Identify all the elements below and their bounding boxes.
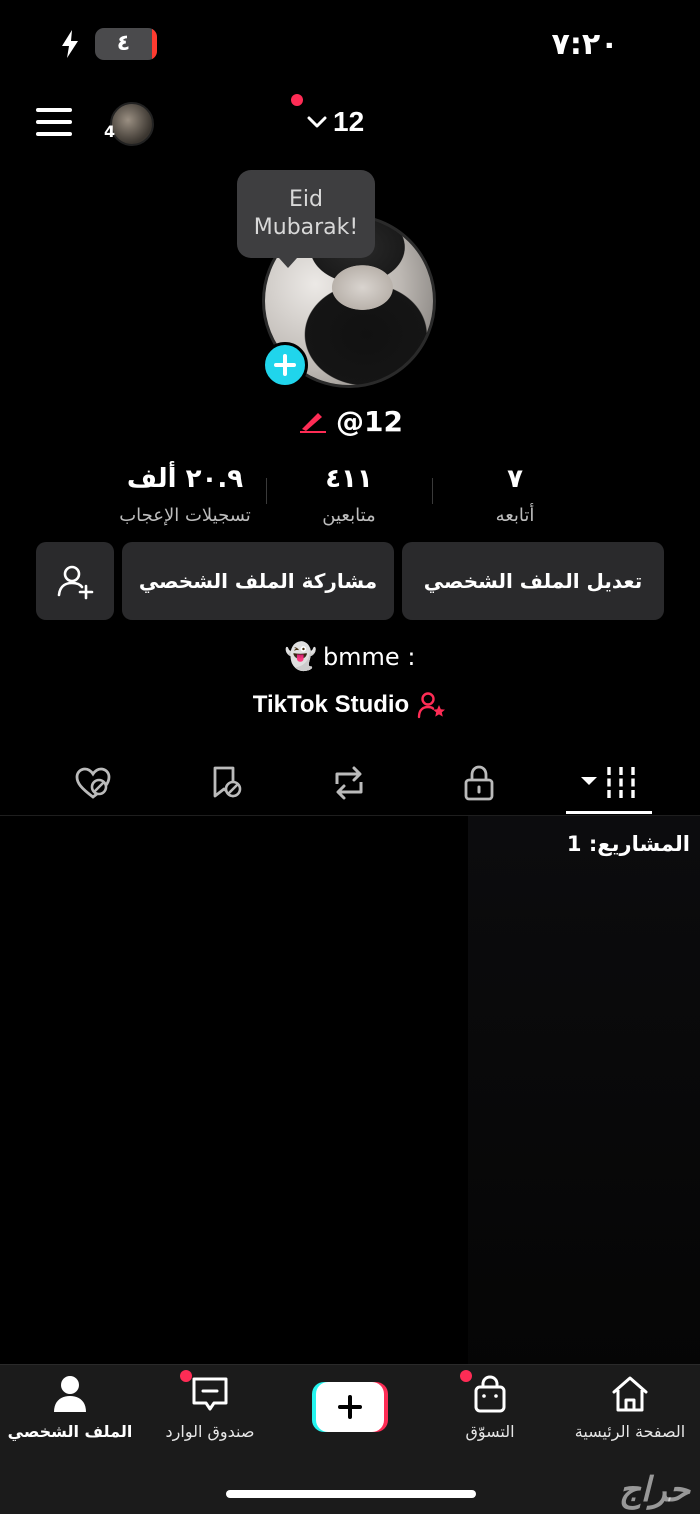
stat-following[interactable]: ٧ أتابعه xyxy=(430,462,600,528)
repost-icon xyxy=(335,766,363,800)
bio: 👻 bmme : xyxy=(0,640,700,674)
account-dropdown[interactable]: 12 xyxy=(305,104,364,140)
status-time: ٧:٢٠ xyxy=(551,27,619,62)
nav-inbox[interactable]: صندوق الوارد xyxy=(140,1374,280,1442)
tiktok-studio-link[interactable]: TikTok Studio xyxy=(0,686,700,724)
projects-panel[interactable] xyxy=(468,816,700,1376)
add-avatar-button[interactable] xyxy=(262,342,308,388)
nav-profile[interactable]: الملف الشخصي xyxy=(0,1374,140,1442)
inbox-message-icon xyxy=(192,1377,228,1411)
nav-home-label: الصفحة الرئيسية xyxy=(574,1422,686,1441)
following-count: ٧ xyxy=(507,464,523,494)
account-badge-count: 4 xyxy=(104,122,116,141)
stat-followers[interactable]: ٤١١ متابعين xyxy=(264,462,434,528)
followers-count: ٤١١ xyxy=(325,464,373,494)
username-row: @12 xyxy=(298,402,403,440)
notification-dot xyxy=(291,94,303,106)
plus-icon xyxy=(274,354,296,376)
followers-label: متابعين xyxy=(322,505,376,526)
battery-level: ٤ xyxy=(116,31,131,56)
tab-active-underline xyxy=(566,811,652,814)
tab-videos[interactable] xyxy=(564,758,654,808)
bio-text: bmme : xyxy=(322,643,416,671)
account-switcher-avatar[interactable] xyxy=(110,102,154,146)
stat-likes[interactable]: ٢٠.٩ ألف تسجيلات الإعجاب xyxy=(100,462,270,528)
battery-low-segment xyxy=(152,28,157,60)
chevron-down-icon xyxy=(307,116,327,128)
bubble-line-1: Eid xyxy=(289,187,323,212)
edit-profile-button[interactable]: تعديل الملف الشخصي xyxy=(402,542,664,620)
nav-inbox-label: صندوق الوارد xyxy=(165,1422,255,1441)
lock-icon xyxy=(464,765,494,801)
create-button[interactable] xyxy=(312,1382,388,1432)
bookmark-hidden-icon xyxy=(213,766,242,798)
nav-profile-label: الملف الشخصي xyxy=(7,1422,133,1441)
home-indicator[interactable] xyxy=(226,1490,476,1498)
account-title: 12 xyxy=(333,106,365,137)
add-friend-button[interactable] xyxy=(36,542,114,620)
add-person-icon xyxy=(57,565,94,600)
tab-reposts[interactable] xyxy=(304,758,394,808)
tab-favorites[interactable] xyxy=(180,758,270,808)
share-profile-button[interactable]: مشاركة الملف الشخصي xyxy=(122,542,394,620)
username: @12 xyxy=(336,404,403,438)
nav-shop[interactable]: التسوّق xyxy=(420,1374,560,1442)
battery-indicator: ٤ xyxy=(95,28,157,60)
inbox-notification-dot xyxy=(180,1370,192,1382)
shop-notification-dot xyxy=(460,1370,472,1382)
grid-dropdown-icon xyxy=(581,767,635,799)
tab-liked[interactable] xyxy=(48,758,138,808)
bubble-line-2: Mubarak! xyxy=(253,215,359,240)
haraj-watermark: حراج xyxy=(618,1470,690,1510)
likes-label: تسجيلات الإعجاب xyxy=(119,505,251,526)
edit-pen-icon[interactable] xyxy=(298,409,328,433)
heart-hidden-icon xyxy=(75,767,111,799)
tab-private[interactable] xyxy=(434,758,524,808)
home-icon xyxy=(612,1376,648,1412)
charging-bolt-icon xyxy=(62,30,78,58)
nav-shop-label: التسوّق xyxy=(465,1422,515,1441)
following-label: أتابعه xyxy=(495,505,535,526)
studio-label: TikTok Studio xyxy=(252,691,410,718)
nav-home[interactable]: الصفحة الرئيسية xyxy=(560,1374,700,1442)
creator-star-icon xyxy=(418,692,446,719)
shopping-bag-icon xyxy=(474,1375,506,1413)
profile-person-icon xyxy=(54,1376,86,1412)
avatar-note-bubble[interactable]: Eid Mubarak! xyxy=(237,170,375,268)
menu-icon[interactable] xyxy=(36,108,72,138)
likes-count: ٢٠.٩ ألف xyxy=(126,464,244,494)
plus-icon xyxy=(338,1395,362,1419)
ghost-emoji: 👻 xyxy=(284,642,317,672)
projects-count: المشاريع: 1 xyxy=(566,832,690,856)
